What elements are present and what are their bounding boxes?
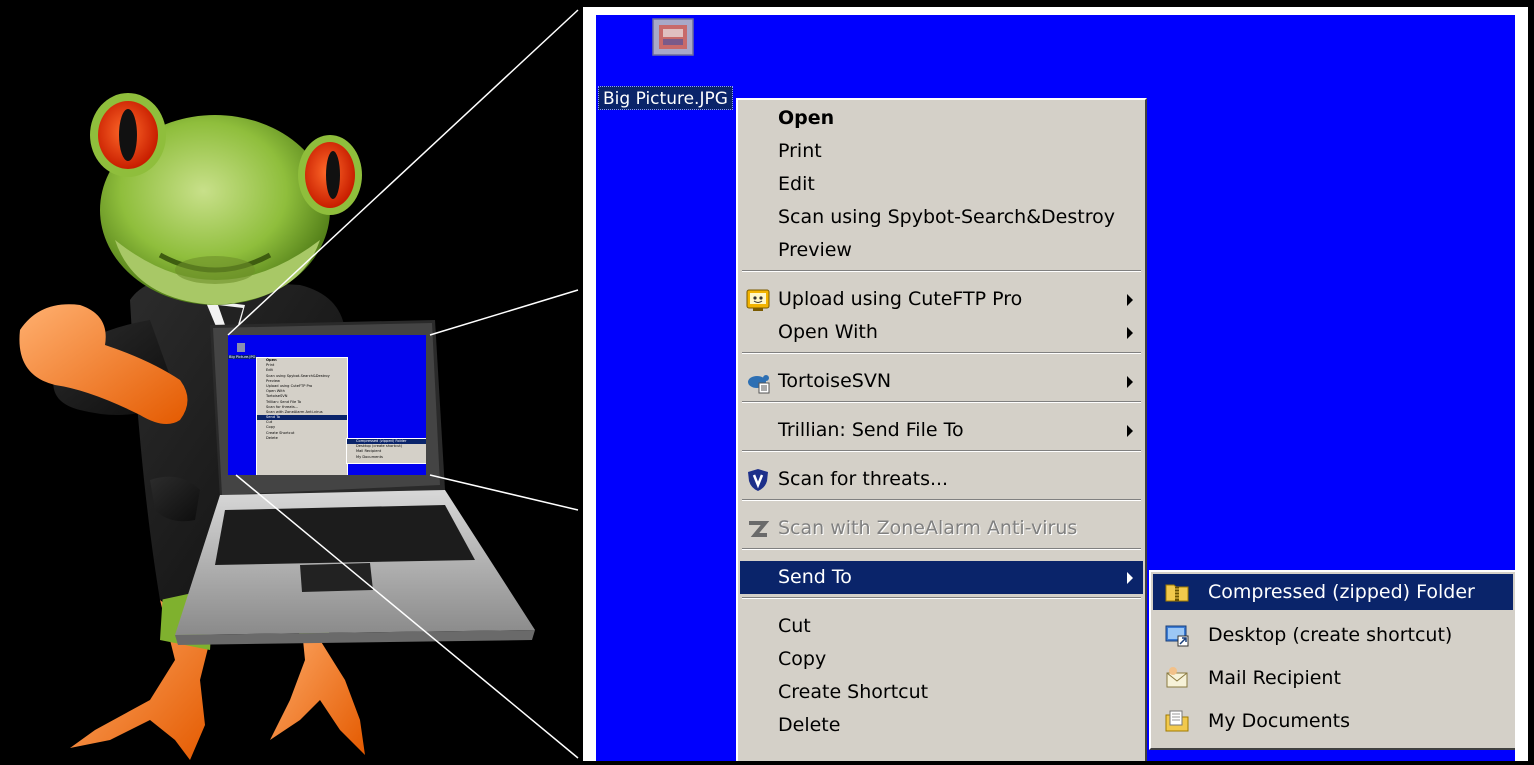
context-menu: Open Print Edit Scan using Spybot-Search&De… [736,98,1147,761]
send-to-item-compressed-zipped-folder[interactable]: Compressed (zipped) Folder [1153,574,1513,610]
zip-folder-icon [1164,579,1190,605]
mail-icon [1164,665,1190,691]
send-to-item-label: Desktop (create shortcut) [1208,624,1453,646]
menu-item-label: Preview [778,239,852,261]
menu-item-tortoisesvn[interactable]: TortoiseSVN [740,365,1143,398]
submenu-arrow-icon [1127,294,1133,306]
menu-separator [742,352,1141,354]
menu-item-label: Upload using CuteFTP Pro [778,288,1023,310]
send-to-item-label: Compressed (zipped) Folder [1208,581,1475,603]
menu-separator [742,499,1141,501]
menu-separator [742,450,1141,452]
menu-item-label: Send To [778,566,852,588]
menu-item-create-shortcut[interactable]: Create Shortcut [740,676,1143,709]
menu-item-label: Cut [778,615,811,637]
submenu-arrow-icon [1127,376,1133,388]
send-to-item-label: Mail Recipient [1208,667,1341,689]
tortoisesvn-icon [745,369,771,395]
jpg-picture-icon[interactable] [651,17,695,57]
menu-item-label: TortoiseSVN [778,370,892,392]
send-to-item-mail-recipient[interactable]: Mail Recipient [1153,660,1513,696]
menu-item-label: Scan with ZoneAlarm Anti-virus [778,517,1078,539]
file-label[interactable]: Big Picture.JPG [598,86,733,110]
send-to-item-desktop-create-shortcut[interactable]: Desktop (create shortcut) [1153,617,1513,653]
frog-illustration: Big Picture.JPG Open Print Edit Scan using … [0,0,580,761]
desktop[interactable]: Big Picture.JPG Open Print Edit Scan using … [596,15,1515,761]
menu-item-scan-using-spybot-search-destroy[interactable]: Scan using Spybot-Search&Destroy [740,201,1143,234]
cuteftp-icon [745,287,771,313]
menu-item-scan-for-threats[interactable]: Scan for threats... [740,463,1143,496]
zoom-callout-lines [227,9,579,759]
submenu-arrow-icon [1127,572,1133,584]
menu-item-trillian-send-file-to[interactable]: Trillian: Send File To [740,414,1143,447]
menu-item-edit[interactable]: Edit [740,168,1143,201]
menu-item-label: Copy [778,648,827,670]
menu-item-label: Trillian: Send File To [778,419,964,441]
menu-item-label: Open With [778,321,878,343]
menu-item-label: Scan using Spybot-Search&Destroy [778,206,1115,228]
submenu-arrow-icon [1127,425,1133,437]
menu-item-send-to[interactable]: Send To [740,561,1143,594]
menu-item-upload-using-cuteftp-pro[interactable]: Upload using CuteFTP Pro [740,283,1143,316]
send-to-item-my-documents[interactable]: My Documents [1153,703,1513,739]
menu-item-preview[interactable]: Preview [740,234,1143,267]
my-documents-icon [1164,708,1190,734]
menu-item-label: Create Shortcut [778,681,929,703]
menu-item-delete[interactable]: Delete [740,709,1143,742]
menu-item-label: Open [778,107,835,129]
submenu-arrow-icon [1127,327,1133,339]
menu-separator [742,548,1141,550]
menu-item-scan-with-zonealarm-anti-virus: Scan with ZoneAlarm Anti-virus [740,512,1143,545]
menu-separator [742,270,1141,272]
menu-item-cut[interactable]: Cut [740,610,1143,643]
zoomed-screenshot-panel: Big Picture.JPG Open Print Edit Scan using … [583,7,1528,761]
menu-separator [742,597,1141,599]
shield-icon [745,467,771,493]
send-to-item-label: My Documents [1208,710,1351,732]
menu-item-print[interactable]: Print [740,135,1143,168]
send-to-submenu: Compressed (zipped) Folder Desktop (creat… [1149,570,1515,750]
menu-item-open[interactable]: Open [740,102,1143,135]
menu-item-copy[interactable]: Copy [740,643,1143,676]
menu-item-open-with[interactable]: Open With [740,316,1143,349]
menu-item-label: Scan for threats... [778,468,949,490]
desktop-icon [1164,622,1190,648]
menu-item-label: Edit [778,173,815,195]
zonealarm-icon [745,516,771,542]
menu-item-label: Print [778,140,822,162]
menu-separator [742,401,1141,403]
menu-item-label: Delete [778,714,841,736]
